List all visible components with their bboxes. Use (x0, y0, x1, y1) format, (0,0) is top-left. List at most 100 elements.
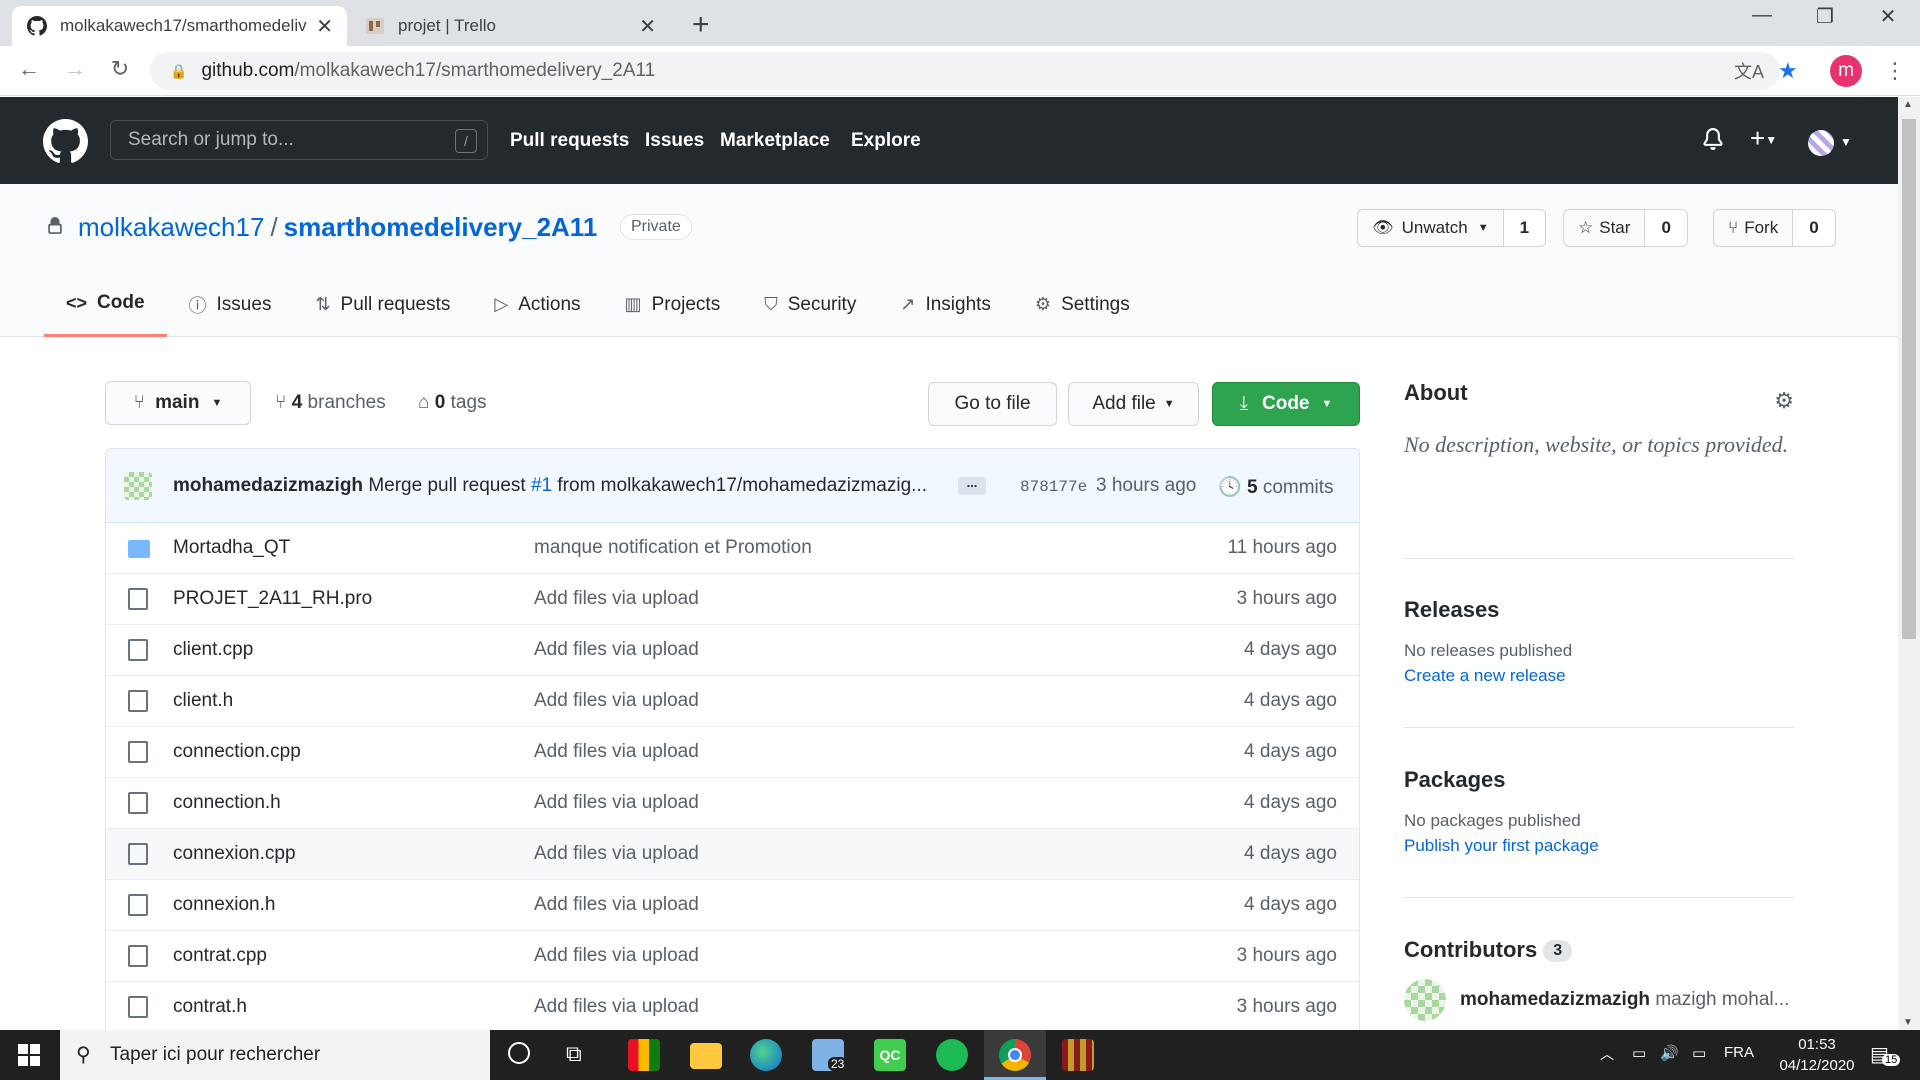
releases-title[interactable]: Releases (1404, 597, 1794, 623)
expand-commit-ellipsis[interactable]: ... (958, 476, 986, 495)
go-to-file-button[interactable]: Go to file (928, 382, 1057, 426)
file-name[interactable]: connection.cpp (173, 741, 301, 763)
close-window-icon[interactable]: ✕ (1858, 4, 1918, 29)
back-icon[interactable]: ← (14, 56, 44, 82)
file-name[interactable]: connexion.h (173, 894, 275, 916)
file-row[interactable]: client.cpp Add files via upload 4 days a… (106, 625, 1359, 676)
tab-code[interactable]: <> Code (44, 272, 167, 337)
office-app-icon[interactable] (628, 1039, 660, 1071)
commit-author-avatar[interactable] (124, 472, 152, 500)
commit-author[interactable]: mohamedazizmazigh (173, 475, 363, 496)
contributor-avatar[interactable] (1404, 979, 1446, 1021)
contributor-login[interactable]: mohamedazizmazigh (1460, 989, 1650, 1010)
menu-dots-icon[interactable]: ⋮ (1884, 58, 1906, 84)
file-row[interactable]: connection.h Add files via upload 4 days… (106, 778, 1359, 829)
scroll-up-icon[interactable]: ▲ (1903, 99, 1913, 110)
address-bar[interactable]: 🔒 github.com/molkakawech17/smarthomedeli… (150, 52, 1780, 90)
file-row[interactable]: client.h Add files via upload 4 days ago (106, 676, 1359, 727)
github-logo-icon[interactable] (43, 119, 88, 169)
file-commit-message[interactable]: Add files via upload (534, 639, 699, 661)
spotify-icon[interactable] (936, 1039, 968, 1071)
device-icon[interactable]: ▭ (1632, 1044, 1646, 1062)
file-commit-message[interactable]: Add files via upload (534, 945, 699, 967)
file-commit-message[interactable]: Add files via upload (534, 741, 699, 763)
tab-projects[interactable]: ▥ Projects (603, 272, 743, 337)
clock[interactable]: 01:53 04/12/2020 (1772, 1034, 1862, 1076)
tab-issues[interactable]: ⓘ Issues (167, 272, 294, 337)
create-release-link[interactable]: Create a new release (1404, 666, 1794, 686)
commit-sha[interactable]: 878177e (1020, 478, 1087, 496)
gear-icon[interactable]: ⚙ (1774, 388, 1794, 414)
windows-start-icon[interactable] (18, 1044, 40, 1071)
cortana-icon[interactable] (508, 1042, 530, 1064)
mail-app-icon[interactable]: 23 (812, 1039, 848, 1071)
file-commit-message[interactable]: Add files via upload (534, 792, 699, 814)
language-indicator[interactable]: FRA (1724, 1044, 1754, 1061)
branches-link[interactable]: ⑂ 4 branches (275, 392, 386, 414)
notifications-bell-icon[interactable] (1702, 127, 1724, 157)
scrollbar-thumb[interactable] (1902, 119, 1916, 639)
file-commit-message[interactable]: Add files via upload (534, 894, 699, 916)
browser-tab-github[interactable]: molkakawech17/smarthomedeliv ✕ (12, 6, 347, 46)
tab-settings[interactable]: ⚙ Settings (1013, 272, 1152, 337)
close-tab-icon[interactable]: ✕ (639, 14, 656, 39)
edge-browser-icon[interactable] (750, 1039, 782, 1071)
file-commit-message[interactable]: Add files via upload (534, 996, 699, 1018)
tags-link[interactable]: ⌂ 0 tags (418, 392, 487, 414)
search-input[interactable]: Search or jump to... / (110, 120, 488, 160)
file-row[interactable]: PROJET_2A11_RH.pro Add files via upload … (106, 574, 1359, 625)
minimize-icon[interactable]: — (1732, 4, 1792, 27)
file-row[interactable]: contrat.cpp Add files via upload 3 hours… (106, 931, 1359, 982)
file-name[interactable]: contrat.h (173, 996, 247, 1018)
chrome-taskbar-button[interactable] (984, 1030, 1046, 1080)
repo-name-link[interactable]: smarthomedelivery_2A11 (284, 212, 598, 242)
fork-button[interactable]: ⑂ Fork 0 (1713, 209, 1836, 247)
watch-button[interactable]: 👁 Unwatch ▼ 1 (1357, 209, 1547, 247)
taskbar-search-input[interactable]: ⚲ Taper ici pour rechercher (60, 1030, 490, 1080)
translate-icon[interactable]: 文A (1734, 58, 1764, 84)
reload-icon[interactable]: ↻ (105, 56, 135, 82)
scroll-down-icon[interactable]: ▼ (1903, 1017, 1913, 1028)
forward-icon[interactable]: → (60, 56, 90, 82)
nav-marketplace[interactable]: Marketplace (720, 130, 830, 152)
close-tab-icon[interactable]: ✕ (316, 14, 333, 39)
file-name[interactable]: client.cpp (173, 639, 253, 661)
nav-pull-requests[interactable]: Pull requests (510, 130, 629, 152)
file-name[interactable]: contrat.cpp (173, 945, 267, 967)
tab-actions[interactable]: ▷ Actions (472, 272, 602, 337)
code-download-button[interactable]: ⤓ Code ▼ (1212, 382, 1360, 426)
user-avatar[interactable] (1808, 130, 1834, 156)
commit-msg-prefix[interactable]: Merge pull request (368, 475, 525, 496)
contributor-item[interactable]: mohamedazizmazigh mazigh mohal... (1404, 979, 1794, 1023)
tab-insights[interactable]: ↗ Insights (878, 272, 1013, 337)
file-name[interactable]: Mortadha_QT (173, 537, 290, 559)
packages-title[interactable]: Packages (1404, 767, 1794, 793)
fork-count[interactable]: 0 (1792, 210, 1835, 246)
file-commit-message[interactable]: Add files via upload (534, 588, 699, 610)
file-commit-message[interactable]: Add files via upload (534, 843, 699, 865)
file-name[interactable]: client.h (173, 690, 233, 712)
file-row[interactable]: connexion.cpp Add files via upload 4 day… (106, 829, 1359, 880)
watch-count[interactable]: 1 (1502, 210, 1546, 246)
repo-owner-link[interactable]: molkakawech17 (78, 212, 264, 242)
commits-link[interactable]: 🕓 5 commits (1218, 475, 1334, 499)
file-name[interactable]: PROJET_2A11_RH.pro (173, 588, 372, 610)
file-row[interactable]: contrat.h Add files via upload 3 hours a… (106, 982, 1359, 1033)
publish-package-link[interactable]: Publish your first package (1404, 836, 1794, 856)
browser-tab-trello[interactable]: projet | Trello ✕ (350, 6, 670, 46)
page-scrollbar[interactable]: ▲ ▼ (1898, 97, 1920, 1030)
task-view-icon[interactable]: ⧉ (566, 1041, 582, 1067)
nav-explore[interactable]: Explore (851, 130, 921, 152)
restore-icon[interactable]: ❐ (1795, 4, 1855, 29)
bookmark-star-icon[interactable]: ★ (1778, 58, 1798, 84)
profile-avatar[interactable]: m (1830, 55, 1862, 87)
file-row[interactable]: connexion.h Add files via upload 4 days … (106, 880, 1359, 931)
file-name[interactable]: connection.h (173, 792, 281, 814)
notifications-icon[interactable]: ▤ 15 (1870, 1042, 1901, 1067)
commit-pr-link[interactable]: #1 (531, 475, 552, 496)
contributors-heading[interactable]: Contributors 3 (1404, 937, 1794, 963)
qt-creator-icon[interactable]: QC (874, 1039, 906, 1071)
star-count[interactable]: 0 (1644, 210, 1687, 246)
file-commit-message[interactable]: Add files via upload (534, 690, 699, 712)
tab-security[interactable]: ⛉ Security (742, 272, 878, 337)
